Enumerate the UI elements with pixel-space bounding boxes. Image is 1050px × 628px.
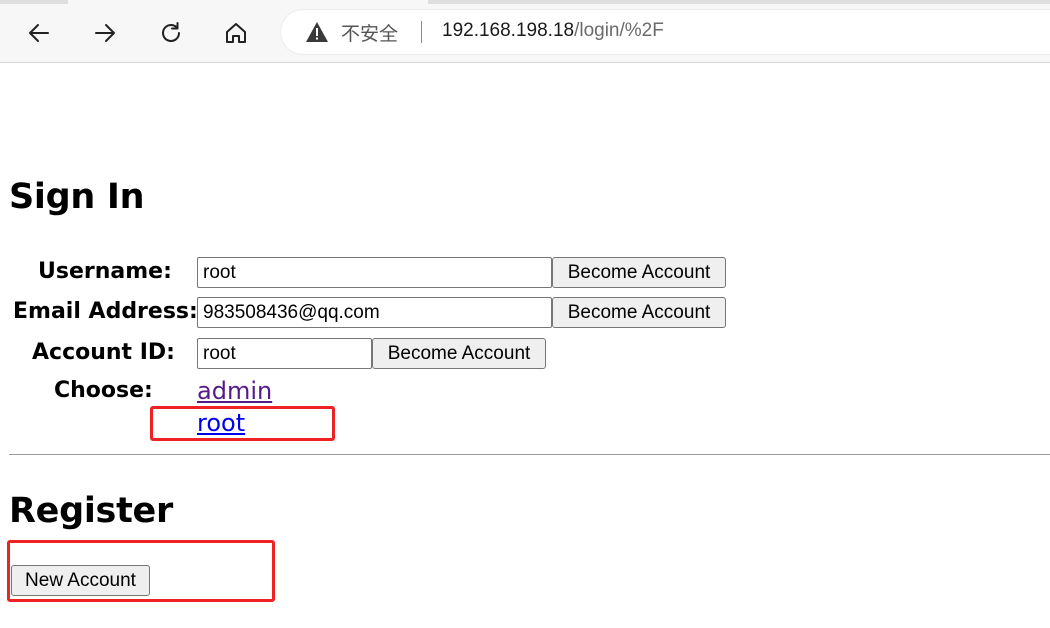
address-divider [421,21,422,43]
highlight-box-root [150,406,335,441]
browser-toolbar: 不安全 192.168.198.18/login/%2F [0,0,1050,63]
tab-strip-edge [0,0,68,4]
email-input[interactable] [197,297,552,328]
arrow-left-icon [29,24,49,42]
warning-icon[interactable] [305,21,329,43]
become-account-email-button[interactable]: Become Account [552,297,726,328]
section-divider [9,454,1050,455]
arrow-right-icon [95,24,115,42]
highlight-box-new-account [7,540,275,602]
url-host: 192.168.198.18 [442,20,575,41]
forward-button[interactable] [86,14,124,52]
signin-heading: Sign In [9,177,145,217]
account-id-label: Account ID: [32,340,175,365]
register-heading: Register [9,491,173,531]
become-account-id-button[interactable]: Become Account [372,338,546,369]
address-bar[interactable]: 不安全 192.168.198.18/login/%2F [281,10,1050,54]
home-button[interactable] [217,14,255,52]
reload-button[interactable] [152,14,190,52]
url-path: /login/%2F [574,20,664,41]
reload-icon [162,22,180,42]
username-label: Username: [38,259,172,284]
home-icon [226,23,246,43]
security-status-label[interactable]: 不安全 [341,19,398,46]
back-button[interactable] [20,14,58,52]
account-id-input[interactable] [197,338,372,369]
choose-link-admin[interactable]: admin [197,377,272,405]
username-input[interactable] [197,257,552,288]
choose-label: Choose: [54,378,153,403]
become-account-username-button[interactable]: Become Account [552,257,726,288]
url-text[interactable]: 192.168.198.18/login/%2F [442,20,664,42]
tab-strip-edge [428,0,1050,4]
email-label: Email Address: [13,299,198,324]
